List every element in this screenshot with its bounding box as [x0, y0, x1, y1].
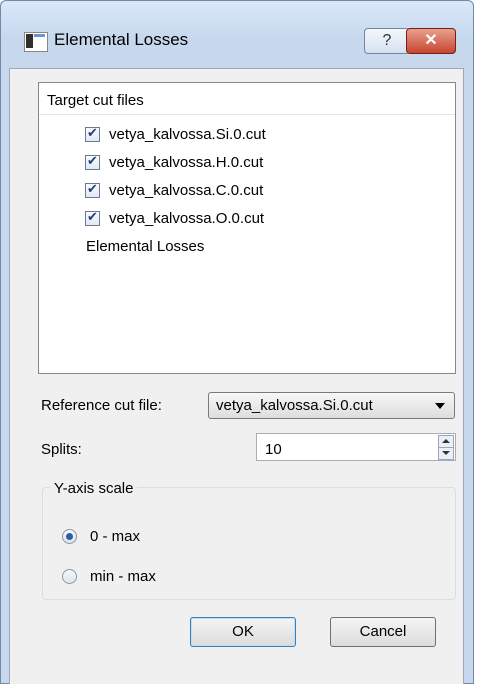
spin-buttons: [438, 435, 454, 460]
help-button[interactable]: ?: [364, 28, 410, 54]
app-icon: [24, 32, 48, 52]
list-item[interactable]: vetya_kalvossa.C.0.cut: [39, 179, 455, 205]
splits-spinbox[interactable]: 10: [256, 433, 456, 461]
radio-button[interactable]: [62, 569, 77, 584]
ok-button[interactable]: OK: [190, 617, 296, 647]
list-header: Target cut files: [39, 83, 455, 115]
list-item-label: vetya_kalvossa.O.0.cut: [109, 210, 265, 227]
spin-down-button[interactable]: [438, 447, 454, 460]
list-item-label: vetya_kalvossa.H.0.cut: [109, 154, 264, 171]
checkbox[interactable]: [85, 153, 100, 170]
cancel-button[interactable]: Cancel: [330, 617, 436, 647]
window-title: Elemental Losses: [54, 30, 189, 49]
list-item-label: Elemental Losses: [86, 238, 205, 255]
splits-label: Splits:: [41, 441, 82, 458]
list-item[interactable]: vetya_kalvossa.H.0.cut: [39, 151, 455, 177]
list-item[interactable]: vetya_kalvossa.Si.0.cut: [39, 123, 455, 149]
radio-label: min - max: [90, 568, 156, 585]
checkbox[interactable]: [85, 125, 100, 142]
list-item-label: vetya_kalvossa.C.0.cut: [109, 182, 264, 199]
checkbox[interactable]: [85, 181, 100, 198]
list-item[interactable]: Elemental Losses: [39, 235, 455, 261]
checkbox[interactable]: [85, 209, 100, 226]
y-axis-scale-title: Y-axis scale: [50, 480, 138, 497]
list-header-label: Target cut files: [47, 92, 144, 109]
radio-button[interactable]: [62, 529, 77, 544]
reference-cut-file-value: vetya_kalvossa.Si.0.cut: [216, 397, 373, 414]
close-button[interactable]: ✕: [406, 28, 456, 54]
list-item[interactable]: vetya_kalvossa.O.0.cut: [39, 207, 455, 233]
chevron-down-icon: [435, 403, 445, 409]
target-cut-files-list[interactable]: Target cut files vetya_kalvossa.Si.0.cut…: [38, 82, 456, 374]
reference-cut-file-select[interactable]: vetya_kalvossa.Si.0.cut: [208, 392, 455, 419]
list-item-label: vetya_kalvossa.Si.0.cut: [109, 126, 266, 143]
reference-cut-file-label: Reference cut file:: [41, 397, 162, 414]
splits-value: 10: [265, 441, 282, 458]
radio-label: 0 - max: [90, 528, 141, 545]
